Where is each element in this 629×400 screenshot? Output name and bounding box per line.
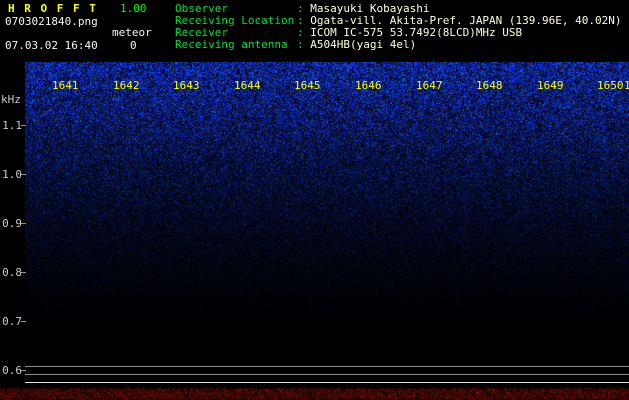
app-version: 1.00	[120, 2, 147, 15]
station-info-row: Receiving antenna: A504HB(yagi 4el)	[175, 39, 622, 51]
spectrogram-noise-plot	[25, 62, 629, 362]
app-title: H R O F F T	[8, 2, 98, 15]
time-tick-label: 1641	[52, 79, 79, 92]
info-colon: :	[297, 38, 311, 51]
freq-tick-label: 0.6	[2, 364, 22, 377]
hrofft-window: H R O F F T 1.00 0703021840.png meteor 0…	[0, 0, 629, 400]
freq-tick-label: 0.9	[2, 217, 22, 230]
level-grid-line	[25, 374, 629, 375]
time-tick-label: 1642	[113, 79, 140, 92]
meteor-count: 0	[130, 39, 137, 52]
freq-tick-label: 1.1	[2, 119, 22, 132]
level-grid-line	[25, 382, 629, 383]
time-tick-label: 1650	[597, 79, 624, 92]
time-tick-label: 1645	[294, 79, 321, 92]
freq-tick-mark	[21, 370, 26, 371]
time-tick-label: 1	[624, 79, 629, 92]
freq-tick-label: 1.0	[2, 168, 22, 181]
time-tick-label: 1647	[416, 79, 443, 92]
level-grid-line	[25, 366, 629, 367]
freq-tick-mark	[21, 223, 26, 224]
time-tick-label: 1644	[234, 79, 261, 92]
station-info: Observer: Masayuki Kobayashi Receiving Lo…	[175, 3, 622, 51]
time-tick-label: 1648	[476, 79, 503, 92]
freq-tick-mark	[21, 321, 26, 322]
output-filename: 0703021840.png	[5, 15, 98, 28]
frequency-unit-label: kHz	[1, 93, 21, 106]
timestamp: 07.03.02 16:40	[5, 39, 98, 52]
time-tick-label: 1643	[173, 79, 200, 92]
signal-level-trace	[0, 388, 629, 400]
freq-tick-mark	[21, 272, 26, 273]
info-label: Receiving antenna	[175, 38, 288, 51]
time-tick-label: 1649	[537, 79, 564, 92]
mode-label: meteor	[112, 26, 152, 39]
freq-tick-mark	[21, 125, 26, 126]
freq-tick-label: 0.7	[2, 315, 22, 328]
freq-tick-mark	[21, 174, 26, 175]
freq-tick-label: 0.8	[2, 266, 22, 279]
time-tick-label: 1646	[355, 79, 382, 92]
info-value: A504HB(yagi 4el)	[310, 38, 417, 51]
